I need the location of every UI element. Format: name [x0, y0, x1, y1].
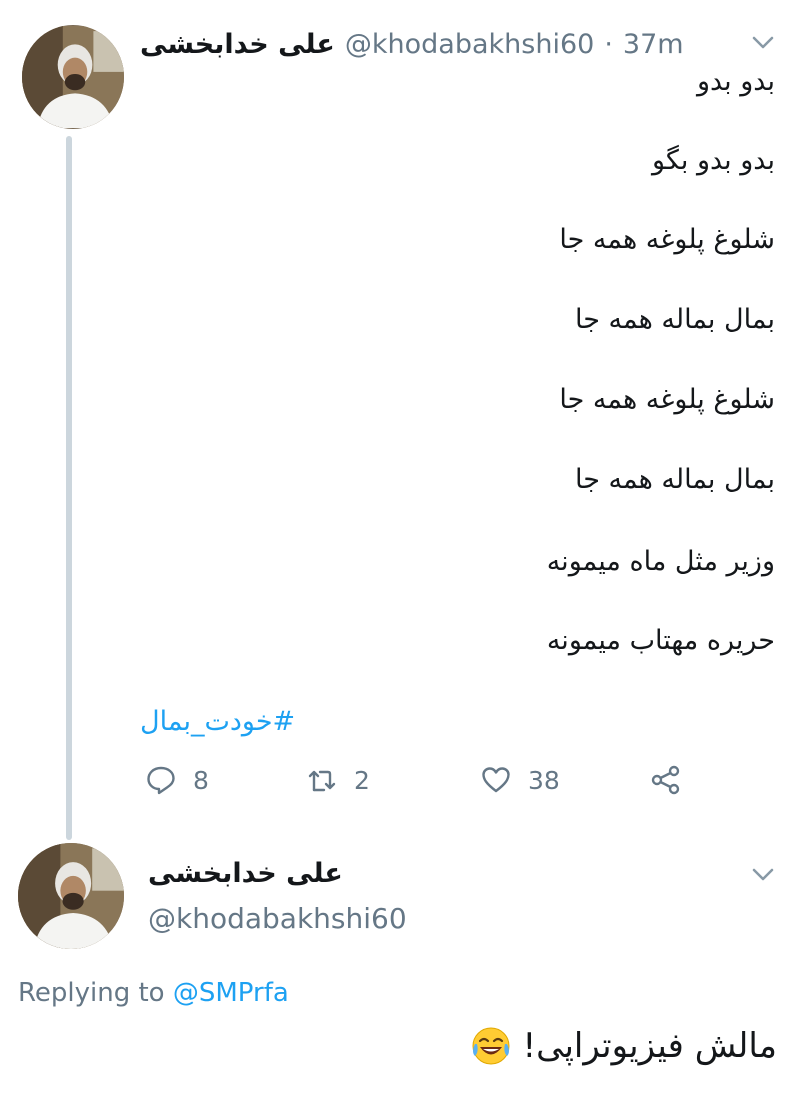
tweet-author-avatar[interactable]	[22, 25, 124, 129]
reply-icon	[147, 766, 175, 795]
replying-mention-link[interactable]: @SMPrfa	[173, 978, 289, 1008]
retweet-icon	[308, 770, 336, 792]
replying-prefix: Replying to	[18, 978, 165, 1008]
retweet-action[interactable]: 2	[306, 764, 370, 796]
separator-dot: ·	[604, 28, 613, 60]
author-handle[interactable]: @khodabakhshi60	[345, 29, 594, 60]
avatar-photo	[18, 843, 124, 949]
tweet-time[interactable]: 37m	[623, 29, 684, 60]
reply-action[interactable]: 8	[145, 764, 209, 796]
author-name[interactable]: علی خدابخشی	[140, 29, 335, 60]
tweet-header: علی خدابخشی @khodabakhshi60 · 37m	[140, 24, 684, 64]
avatar-photo	[22, 26, 124, 128]
share-action[interactable]	[650, 764, 682, 796]
like-count: 38	[528, 765, 560, 795]
tweet-text-line: بدو بدو بگو	[652, 145, 775, 176]
share-icon	[651, 765, 680, 795]
heart-icon	[482, 767, 510, 793]
tweet-text-line: بمال بماله همه جا	[574, 304, 775, 335]
tweet-text-line: بدو بدو	[696, 66, 775, 97]
replying-to-line: Replying to @SMPrfa	[18, 978, 289, 1008]
retweet-count: 2	[354, 765, 370, 795]
like-action[interactable]: 38	[480, 764, 560, 796]
thread-connector-line	[66, 136, 72, 840]
tweet-text-line: بمال بماله همه جا	[574, 464, 775, 495]
chevron-down-icon[interactable]	[752, 868, 774, 882]
tweet-text-line: شلوغ پلوغه همه جا	[559, 224, 775, 255]
hashtag-link[interactable]: #خودت_بمال	[140, 706, 295, 737]
reply-author-name[interactable]: علی خدابخشی	[148, 858, 343, 889]
tweet-text-line: حریره مهتاب میمونه	[546, 625, 775, 656]
reply-body: مالش فیزیوتراپی!	[469, 1024, 778, 1068]
reply-author-avatar[interactable]	[18, 843, 124, 949]
reply-count: 8	[193, 765, 209, 795]
reply-text: مالش فیزیوتراپی!	[522, 1026, 778, 1066]
tweet-text-line: وزیر مثل ماه میمونه	[546, 546, 775, 577]
reply-author-handle[interactable]: @khodabakhshi60	[148, 902, 407, 935]
tweet-text-line: شلوغ پلوغه همه جا	[559, 384, 775, 415]
chevron-down-icon[interactable]	[752, 36, 774, 50]
tears-of-joy-emoji	[469, 1024, 513, 1068]
